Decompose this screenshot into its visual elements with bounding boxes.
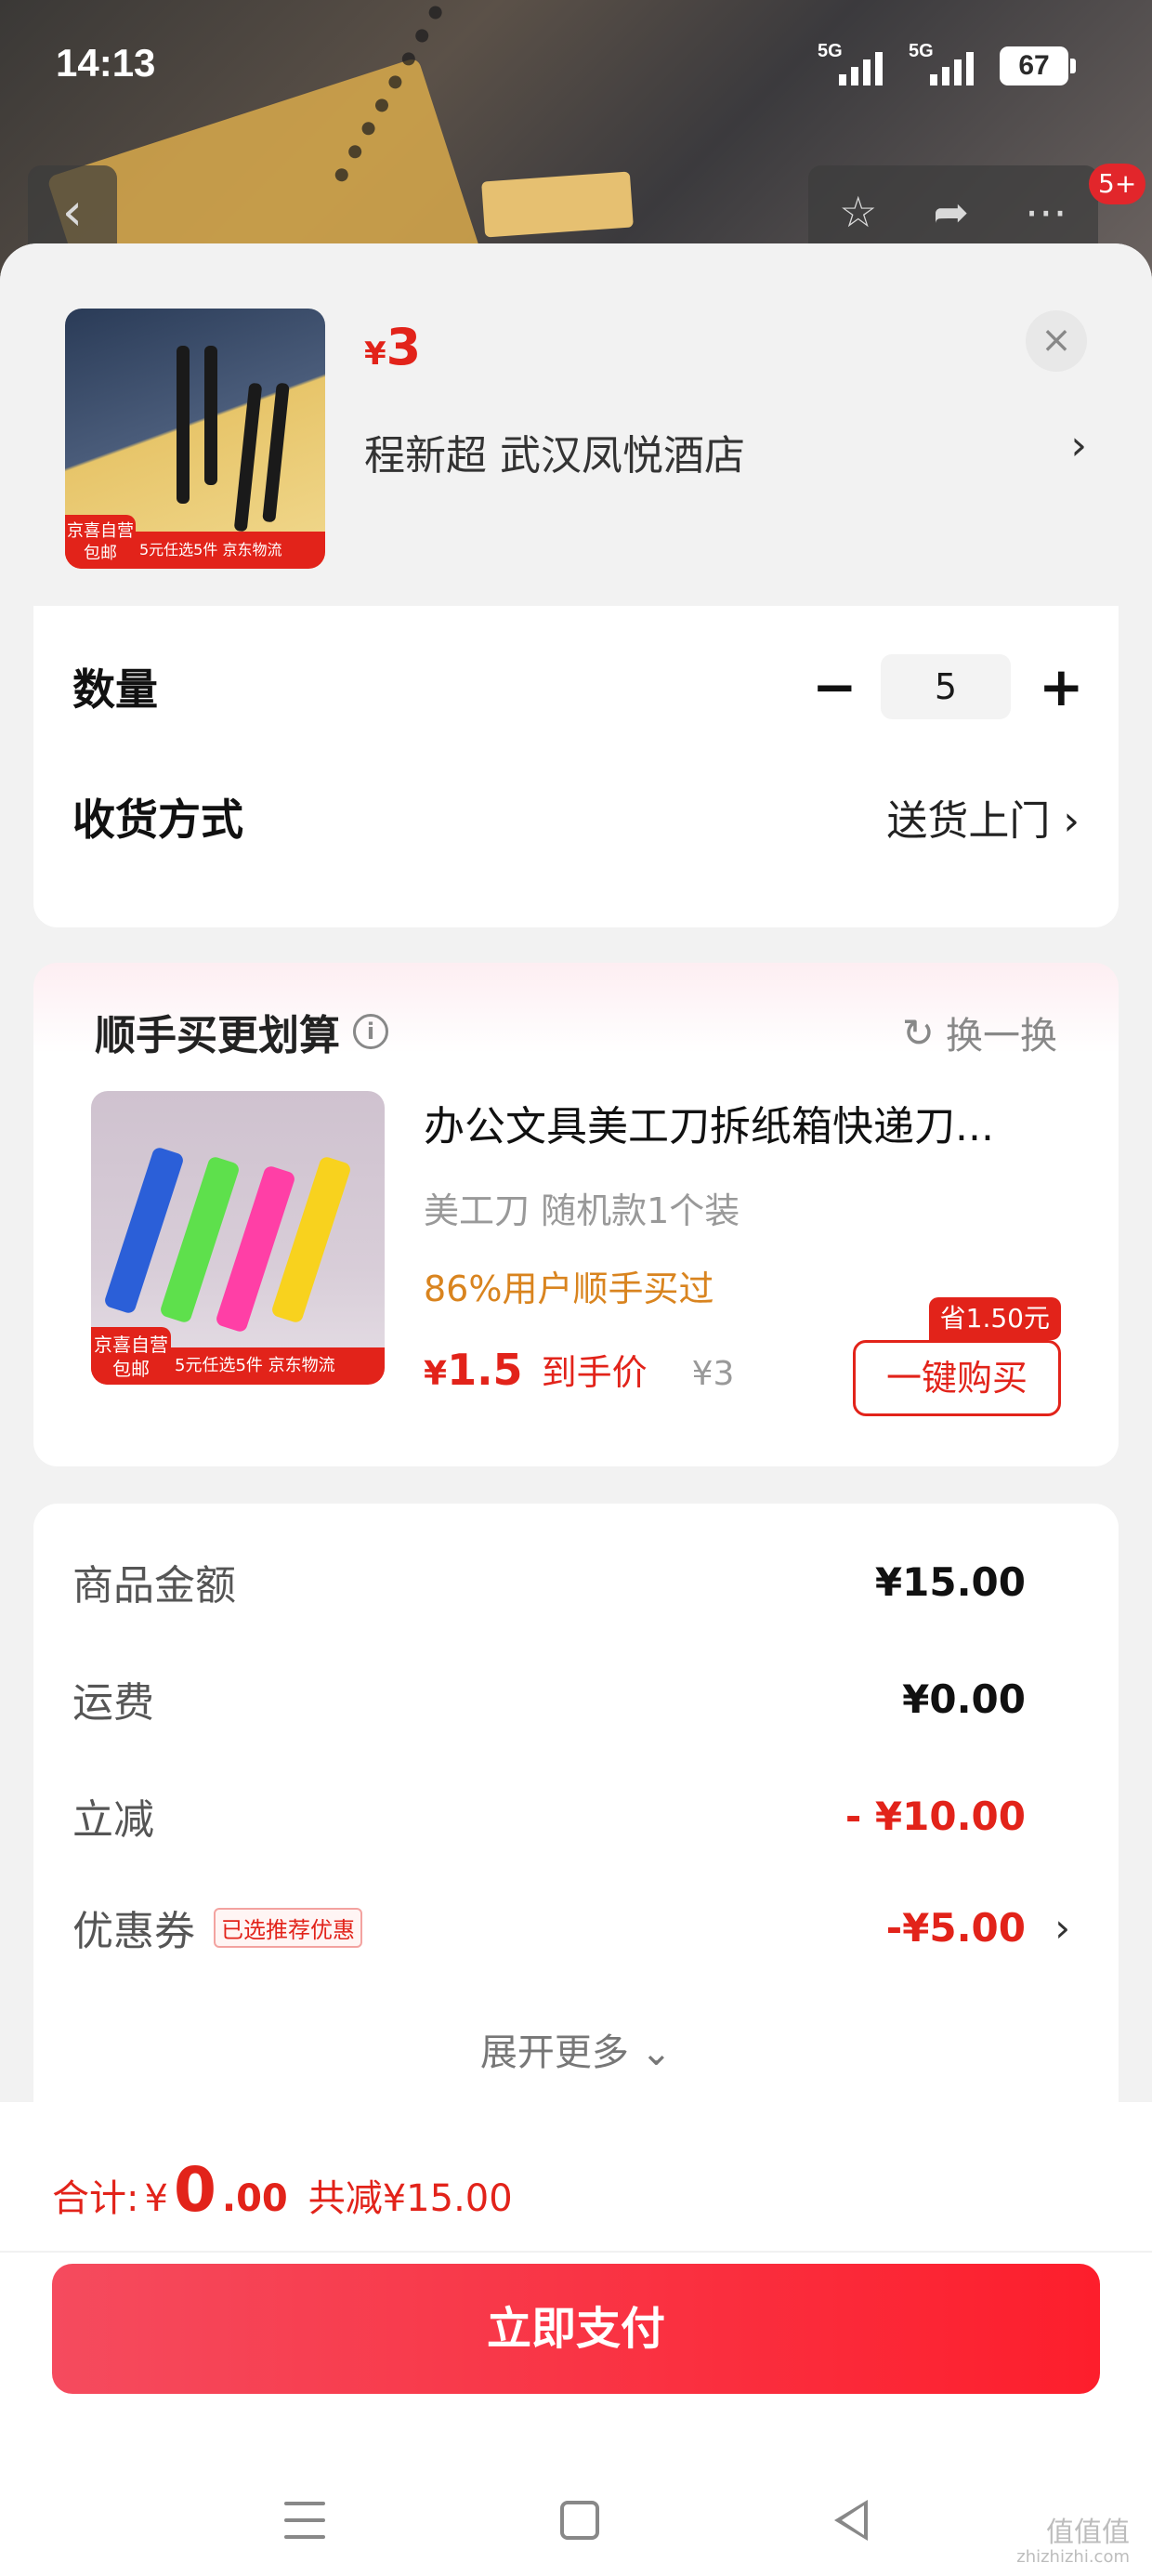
- back-triangle-icon[interactable]: [833, 2500, 868, 2541]
- expand-more-button[interactable]: 展开更多 ⌄: [33, 2022, 1119, 2076]
- total-reduce: 共减¥15.00: [308, 2177, 513, 2220]
- save-tag: 省1.50元: [928, 1297, 1061, 1340]
- sheet-header: 5元任选5件 京东物流 京喜自营 包邮 ¥3 程新超 武汉凤悦酒店 › ×: [0, 243, 1152, 606]
- addon-bought-note: 86%用户顺手买过: [424, 1268, 714, 1309]
- info-icon[interactable]: i: [353, 1014, 388, 1049]
- share-icon[interactable]: ➦: [933, 187, 969, 237]
- product-price: ¥3: [364, 318, 422, 376]
- addon-orig-price: ¥3: [691, 1355, 735, 1393]
- refresh-icon: ↻: [901, 1009, 935, 1056]
- addon-image[interactable]: 5元任选5件 京东物流 京喜自营 包邮: [91, 1091, 385, 1385]
- addon-name[interactable]: 办公文具美工刀拆纸箱快递刀...: [424, 1093, 1074, 1152]
- addon-title: 顺手买更划算 i: [95, 1002, 388, 1061]
- checkout-footer: 合计: ¥0.00 共减¥15.00 立即支付 值值值 zhizhizhi.co…: [0, 2102, 1152, 2576]
- plus-button[interactable]: +: [1039, 660, 1084, 714]
- thumb-tag: 京喜自营 包邮: [65, 515, 136, 569]
- menu-icon[interactable]: [284, 2502, 326, 2539]
- back-arrow-icon: ‹: [61, 181, 84, 243]
- summary-row-shipping: 运费 ¥0.00: [72, 1676, 1026, 1728]
- summary-row-goods: 商品金额 ¥15.00: [72, 1558, 1026, 1610]
- divider: [0, 2251, 1152, 2253]
- signal-icon-2: 5G: [909, 41, 974, 85]
- quantity-input[interactable]: 5: [881, 654, 1011, 719]
- status-time: 14:13: [56, 41, 156, 85]
- quantity-stepper: − 5 +: [812, 654, 1084, 719]
- thumb-tag-top: 京喜自营: [67, 521, 134, 541]
- home-icon[interactable]: [559, 2501, 599, 2540]
- minus-button[interactable]: −: [812, 660, 857, 714]
- more-icon[interactable]: ⋯: [1025, 187, 1067, 237]
- signal-icon: 5G: [818, 41, 883, 85]
- pay-now-button[interactable]: 立即支付: [52, 2264, 1100, 2394]
- delivery-row[interactable]: 收货方式 送货上门 ›: [72, 773, 1080, 861]
- addon-tag-top: 京喜自营: [94, 1334, 168, 1356]
- addon-price: ¥1.5 到手价 ¥3: [424, 1345, 735, 1395]
- chevron-right-icon: ›: [1063, 797, 1080, 845]
- addon-price-sub: 到手价: [541, 1352, 648, 1393]
- watermark: 值值值 zhizhizhi.com: [1016, 2517, 1130, 2568]
- close-icon: ×: [1041, 319, 1072, 361]
- close-button[interactable]: ×: [1026, 310, 1087, 372]
- addon-card: 顺手买更划算 i ↻ 换一换 5元任选5件 京东物流 京喜自营 包邮 办公文具美…: [33, 963, 1119, 1466]
- bg-note: [481, 171, 634, 238]
- address-line[interactable]: 程新超 武汉凤悦酒店: [364, 422, 745, 481]
- summary-row-discount: 立减 - ¥10.00: [72, 1793, 1026, 1845]
- product-thumbnail: 5元任选5件 京东物流 京喜自营 包邮: [65, 309, 325, 569]
- quantity-row: 数量 − 5 +: [72, 643, 1084, 730]
- battery-indicator: 67: [1000, 46, 1076, 85]
- total-amount: 合计: ¥0.00 共减¥15.00: [52, 2154, 513, 2226]
- star-icon[interactable]: ☆: [839, 187, 877, 237]
- addon-spec: 美工刀 随机款1个装: [424, 1190, 740, 1231]
- thumb-tag-bottom: 包邮: [84, 544, 117, 563]
- chevron-right-icon[interactable]: ›: [1054, 1905, 1070, 1951]
- summary-row-coupon[interactable]: 优惠券 已选推荐优惠 -¥5.00: [72, 1898, 1026, 1957]
- delivery-value: 送货上门 ›: [886, 797, 1080, 845]
- delivery-label: 收货方式: [72, 795, 243, 845]
- swap-button[interactable]: ↻ 换一换: [902, 1005, 1057, 1059]
- addon-tag: 京喜自营 包邮: [91, 1327, 171, 1385]
- options-card: 数量 − 5 + 收货方式 送货上门 ›: [33, 606, 1119, 927]
- quantity-label: 数量: [72, 664, 158, 715]
- system-nav-bar: [0, 2483, 1152, 2557]
- addon-tag-bottom: 包邮: [112, 1358, 150, 1380]
- one-click-buy-button[interactable]: 一键购买: [853, 1340, 1061, 1416]
- chevron-right-icon[interactable]: ›: [1070, 422, 1087, 469]
- status-icons: 5G 5G 67: [818, 41, 1076, 85]
- status-bar: 14:13 5G 5G 67: [0, 0, 1152, 139]
- message-badge: 5+: [1089, 164, 1146, 204]
- coupon-tag: 已选推荐优惠: [214, 1907, 362, 1948]
